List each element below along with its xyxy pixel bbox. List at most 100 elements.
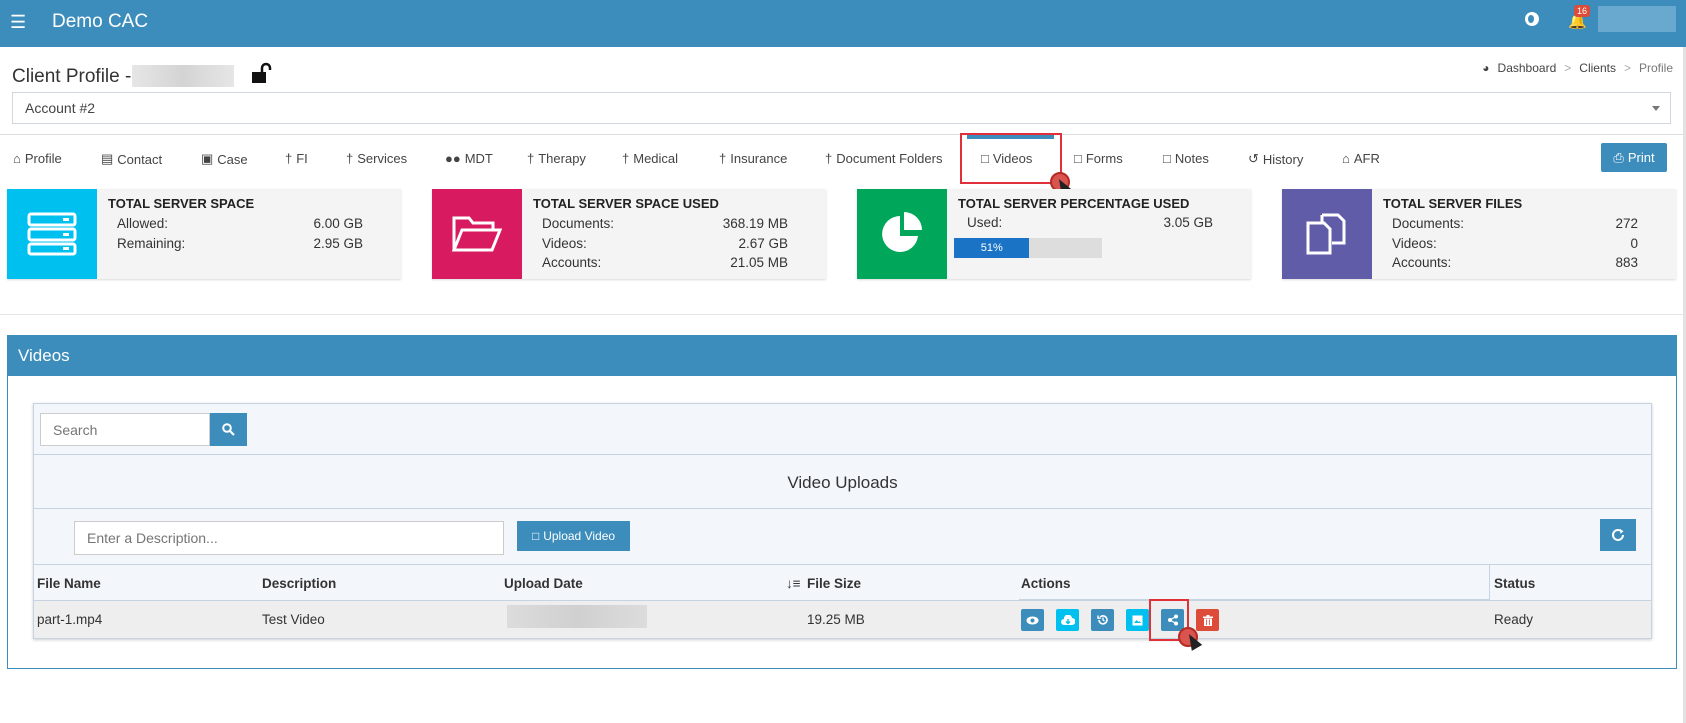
column-description[interactable]: Description xyxy=(262,576,336,591)
app-title[interactable]: Demo CAC xyxy=(52,11,148,33)
download-button[interactable] xyxy=(1056,609,1079,631)
menu-icon[interactable]: ☰ xyxy=(10,12,26,33)
person-icon: † xyxy=(719,151,727,166)
globe-icon[interactable] xyxy=(1525,12,1539,26)
tab-fi[interactable]: † FI xyxy=(285,151,308,166)
tab-label: Medical xyxy=(633,151,679,166)
tab-afr[interactable]: ⌂ AFR xyxy=(1342,151,1380,166)
info-key: Documents: xyxy=(542,216,615,231)
top-navbar: ☰ Demo CAC 🔔 16 xyxy=(0,0,1686,47)
upload-date-redacted xyxy=(507,605,647,628)
print-label: Print xyxy=(1627,150,1655,165)
person-icon: † xyxy=(527,151,535,166)
pie-chart-icon xyxy=(857,189,947,279)
delete-button[interactable] xyxy=(1196,609,1219,631)
person-icon: † xyxy=(346,151,354,166)
highlight-box-videos-tab xyxy=(960,133,1062,184)
breadcrumb-dashboard[interactable]: Dashboard xyxy=(1498,61,1557,75)
history-icon xyxy=(1096,615,1108,625)
history-button[interactable] xyxy=(1091,609,1114,631)
tab-label: MDT xyxy=(464,151,493,166)
search-input[interactable] xyxy=(40,413,210,446)
tab-medical[interactable]: † Medical xyxy=(622,151,678,166)
home-icon: ⌂ xyxy=(13,151,21,166)
breadcrumb: ◕ Dashboard > Clients > Profile xyxy=(1482,61,1673,75)
section-divider xyxy=(0,314,1683,315)
unlock-icon[interactable] xyxy=(251,62,273,84)
info-value: 2.95 GB xyxy=(313,236,363,251)
tab-label: History xyxy=(1262,151,1304,167)
thumbnail-button[interactable] xyxy=(1126,609,1149,631)
tab-label: Therapy xyxy=(538,151,586,166)
folder-open-icon xyxy=(432,189,522,279)
client-name-redacted xyxy=(132,65,234,87)
info-value: 883 xyxy=(1615,255,1638,270)
files-icon xyxy=(1282,189,1372,279)
usage-progress-bar: 51% xyxy=(954,238,1102,258)
search-row xyxy=(34,404,1651,455)
file-size-cell: 19.25 MB xyxy=(807,612,865,627)
print-button[interactable]: ⎙ Print xyxy=(1601,143,1667,172)
info-key: Accounts: xyxy=(542,255,602,270)
info-box-server-percentage: TOTAL SERVER PERCENTAGE USED Used: 3.05 G… xyxy=(857,189,1251,279)
printer-icon: ⎙ xyxy=(1613,149,1624,165)
user-menu[interactable] xyxy=(1598,6,1676,32)
info-row: Remaining: 2.95 GB xyxy=(108,236,363,251)
tabs-top-divider xyxy=(0,134,1683,135)
home-icon: ⌂ xyxy=(1342,151,1350,166)
tab-mdt[interactable]: ●● MDT xyxy=(445,151,493,166)
breadcrumb-clients[interactable]: Clients xyxy=(1579,61,1616,75)
table-row: part-1.mp4 Test Video 19.25 MB Ready xyxy=(34,601,1651,638)
upload-video-label: Upload Video xyxy=(543,529,616,543)
breadcrumb-profile: Profile xyxy=(1638,61,1673,75)
file-icon: □ xyxy=(1074,151,1082,166)
file-icon: □ xyxy=(1163,151,1171,166)
sort-icon[interactable]: ↓≡ xyxy=(786,576,801,591)
view-button[interactable] xyxy=(1021,609,1044,631)
refresh-button[interactable] xyxy=(1600,519,1636,551)
upload-row: □Upload Video xyxy=(34,509,1651,565)
column-file-size[interactable]: File Size xyxy=(807,576,861,591)
info-value: 6.00 GB xyxy=(313,216,363,231)
description-cell: Test Video xyxy=(262,612,325,627)
tab-services[interactable]: † Services xyxy=(346,151,407,166)
info-key: Accounts: xyxy=(1392,255,1452,270)
tab-case[interactable]: ▣ Case xyxy=(201,151,248,167)
contact-card-icon: ▤ xyxy=(101,151,114,166)
breadcrumb-separator: > xyxy=(1564,61,1572,75)
info-row: Accounts: 883 xyxy=(1383,255,1638,270)
info-row: Accounts: 21.05 MB xyxy=(533,255,788,270)
video-uploads-header: Video Uploads xyxy=(34,455,1651,509)
account-select[interactable]: Account #2 xyxy=(12,92,1671,124)
description-input[interactable] xyxy=(74,521,504,555)
info-title: TOTAL SERVER SPACE xyxy=(108,196,255,211)
tab-insurance[interactable]: † Insurance xyxy=(719,151,787,166)
trash-icon xyxy=(1202,614,1213,626)
column-upload-date[interactable]: Upload Date xyxy=(504,576,583,591)
info-key: Remaining: xyxy=(117,236,186,251)
tab-label: AFR xyxy=(1353,151,1380,166)
upload-video-button[interactable]: □ Upload Video xyxy=(517,521,630,551)
column-file-name[interactable]: File Name xyxy=(37,576,101,591)
tab-label: FI xyxy=(296,151,308,166)
tab-forms[interactable]: □ Forms xyxy=(1074,151,1123,166)
info-box-server-files: TOTAL SERVER FILES Documents: 272 Videos:… xyxy=(1282,189,1676,279)
dashboard-icon: ◕ xyxy=(1482,61,1490,75)
person-icon: † xyxy=(622,151,630,166)
info-row: Documents: 272 xyxy=(1383,216,1638,231)
tab-document-folders[interactable]: † Document Folders xyxy=(825,151,942,166)
tab-label: Insurance xyxy=(730,151,788,166)
column-status[interactable]: Status xyxy=(1494,576,1535,591)
tab-notes[interactable]: □ Notes xyxy=(1163,151,1209,166)
info-value: 272 xyxy=(1615,216,1638,231)
tab-contact[interactable]: ▤ Contact xyxy=(101,151,162,167)
progress-fill: 51% xyxy=(954,238,1030,258)
image-icon xyxy=(1132,615,1143,625)
tab-profile[interactable]: ⌂ Profile xyxy=(13,151,62,166)
history-icon: ↺ xyxy=(1248,151,1259,166)
info-row: Videos: 0 xyxy=(1383,236,1638,251)
tab-history[interactable]: ↺ History xyxy=(1248,151,1303,167)
file-icon: □ xyxy=(531,529,540,543)
tab-therapy[interactable]: † Therapy xyxy=(527,151,586,166)
search-button[interactable] xyxy=(210,413,247,446)
